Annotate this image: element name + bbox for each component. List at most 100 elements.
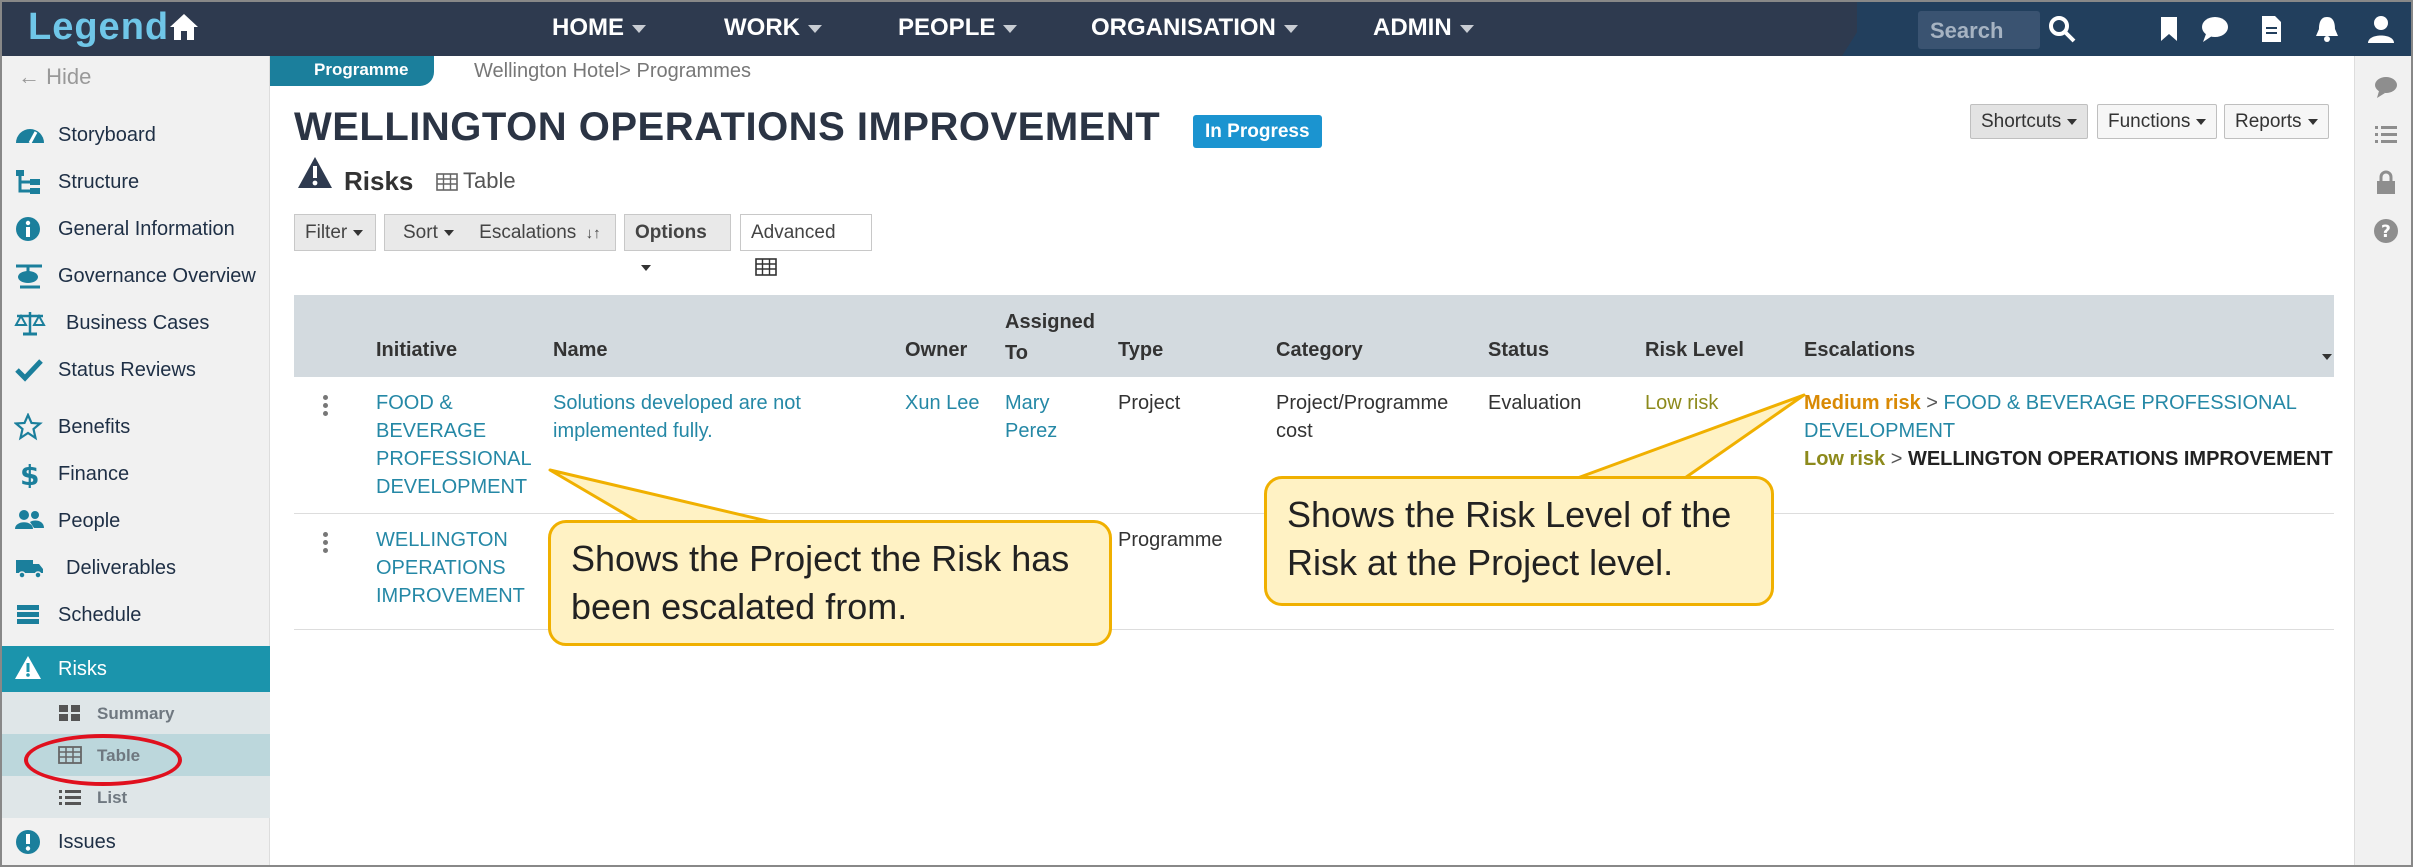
column-header-assigned-line-1: Assigned	[1005, 311, 1096, 333]
escalation-target: WELLINGTON OPERATIONS IMPROVEMENT	[1907, 448, 2333, 470]
exclamation-icon	[16, 830, 40, 854]
home-icon[interactable]	[167, 10, 201, 44]
bell-icon[interactable]	[2312, 14, 2342, 44]
legend-logo[interactable]: Legend	[28, 6, 169, 49]
app-window: Legend HOME WORK PEOPLE ORGANISATION ADM…	[0, 0, 2413, 867]
row-menu-icon[interactable]	[323, 395, 329, 419]
column-header-initiative[interactable]: Initiative	[376, 339, 457, 362]
search-icon[interactable]	[2047, 14, 2077, 44]
reports-label: Reports	[2235, 111, 2302, 132]
programme-badge: Programme	[270, 56, 435, 86]
callout-escalated-from: Shows the Project the Risk has been esca…	[548, 520, 1112, 646]
options-label: Options	[635, 222, 707, 243]
search-input[interactable]: Search	[1918, 11, 2040, 49]
filter-button[interactable]: Filter	[294, 214, 376, 251]
functions-label: Functions	[2108, 111, 2191, 132]
cell-assigned-to[interactable]: Mary Perez	[1005, 389, 1057, 445]
sidebar-item-label: Finance	[58, 463, 130, 485]
sort-button[interactable]: Sort Escalations ↓↑	[384, 214, 616, 251]
sidebar-item-schedule[interactable]: Schedule	[2, 595, 270, 635]
list-icon[interactable]	[2373, 122, 2399, 148]
caret-down-icon	[2067, 118, 2078, 125]
helicopter-icon	[16, 264, 42, 289]
cell-owner[interactable]: Xun Lee	[905, 389, 980, 417]
cell-type: Programme	[1118, 529, 1223, 551]
table-header	[294, 295, 2334, 377]
sidebar-item-governance-overview[interactable]: Governance Overview	[2, 256, 270, 296]
nav-work[interactable]: WORK	[724, 14, 822, 42]
sidebar-item-issues[interactable]: Issues	[2, 822, 270, 862]
column-header-escalations[interactable]: Escalations	[1804, 339, 1915, 362]
sidebar-item-status-reviews[interactable]: Status Reviews	[2, 350, 270, 390]
reports-button[interactable]: Reports	[2224, 104, 2329, 139]
comment-icon[interactable]	[2373, 74, 2399, 100]
cell-initiative[interactable]: FOOD & BEVERAGE PROFESSIONAL DEVELOPMENT	[376, 389, 532, 501]
help-icon[interactable]: ?	[2373, 218, 2399, 244]
schedule-icon	[17, 605, 39, 624]
hide-sidebar-button[interactable]: ← Hide	[18, 64, 91, 90]
filter-label: Filter	[305, 222, 348, 243]
status-badge: In Progress	[1193, 115, 1322, 148]
bookmark-icon[interactable]	[2154, 14, 2184, 44]
nav-home[interactable]: HOME	[552, 14, 646, 42]
caret-down-icon	[2307, 118, 2318, 125]
chevron-down-icon	[1003, 24, 1018, 33]
nav-organisation[interactable]: ORGANISATION	[1091, 14, 1298, 42]
cell-line: Mary	[1005, 392, 1050, 414]
user-icon[interactable]	[2366, 14, 2396, 44]
section-title: Risks	[344, 166, 414, 196]
advanced-button[interactable]: Advanced	[740, 214, 872, 276]
document-icon[interactable]	[2256, 14, 2286, 44]
dashboard-icon	[16, 129, 44, 144]
nav-people[interactable]: PEOPLE	[898, 14, 1018, 42]
cell-line: OPERATIONS	[376, 557, 506, 579]
functions-button[interactable]: Functions	[2097, 104, 2218, 139]
arrow-left-icon: ←	[18, 64, 40, 89]
column-header-category[interactable]: Category	[1276, 339, 1363, 362]
chevron-down-icon	[807, 24, 822, 33]
sidebar-item-risks[interactable]: Risks	[2, 646, 270, 692]
column-header-name[interactable]: Name	[553, 339, 607, 362]
cell-name[interactable]: Solutions developed are not implemented …	[553, 389, 801, 445]
sidebar-subitem-summary[interactable]: Summary	[2, 692, 270, 734]
escalation-separator: >	[1885, 448, 1908, 470]
sidebar-item-structure[interactable]: Structure	[2, 162, 270, 202]
sidebar-item-label: Structure	[58, 171, 140, 193]
column-header-assigned-to[interactable]: Assigned To	[1005, 311, 1095, 365]
callout-line: Shows the Risk Level of the	[1287, 494, 1732, 535]
sort-order-icon: ↓↑	[585, 225, 601, 242]
cell-line: Perez	[1005, 420, 1058, 442]
cell-category: Project/Programme cost	[1276, 389, 1448, 445]
sidebar-item-benefits[interactable]: Benefits	[2, 407, 270, 447]
column-header-status[interactable]: Status	[1488, 339, 1549, 362]
column-header-risk-level[interactable]: Risk Level	[1645, 339, 1744, 362]
column-header-owner[interactable]: Owner	[905, 339, 967, 362]
warning-icon	[15, 656, 41, 679]
sidebar: ← Hide Storyboard Structure General Info…	[2, 56, 270, 865]
escalation-target-link[interactable]: FOOD & BEVERAGE PROFESSIONAL	[1944, 392, 2297, 414]
row-menu-icon[interactable]	[323, 532, 329, 556]
sidebar-item-finance[interactable]: $ Finance	[2, 454, 270, 494]
sidebar-item-label: Governance Overview	[58, 265, 256, 287]
sidebar-item-storyboard[interactable]: Storyboard	[2, 115, 270, 155]
shortcuts-button[interactable]: Shortcuts	[1970, 104, 2089, 139]
sidebar-item-deliverables[interactable]: Deliverables	[2, 548, 270, 588]
view-label: Table	[463, 168, 516, 193]
svg-text:?: ?	[2381, 222, 2391, 242]
warning-icon	[298, 157, 332, 188]
callout-line: been escalated from.	[571, 586, 908, 627]
options-button[interactable]: Options	[624, 214, 731, 271]
chat-icon[interactable]	[2200, 14, 2230, 44]
callout-line: Shows the Project the Risk has	[571, 538, 1070, 579]
cell-initiative[interactable]: WELLINGTON OPERATIONS IMPROVEMENT	[376, 526, 525, 610]
breadcrumb[interactable]: Wellington Hotel> Programmes	[474, 60, 751, 83]
column-header-type[interactable]: Type	[1118, 339, 1163, 362]
lock-icon[interactable]	[2373, 170, 2399, 196]
sidebar-item-business-cases[interactable]: Business Cases	[2, 303, 270, 343]
advanced-label: Advanced	[751, 222, 836, 243]
sidebar-item-general-information[interactable]: General Information	[2, 209, 270, 249]
truck-icon	[16, 560, 43, 579]
escalation-target-link[interactable]: DEVELOPMENT	[1804, 417, 2334, 445]
sidebar-item-people[interactable]: People	[2, 501, 270, 541]
nav-admin[interactable]: ADMIN	[1373, 14, 1474, 42]
